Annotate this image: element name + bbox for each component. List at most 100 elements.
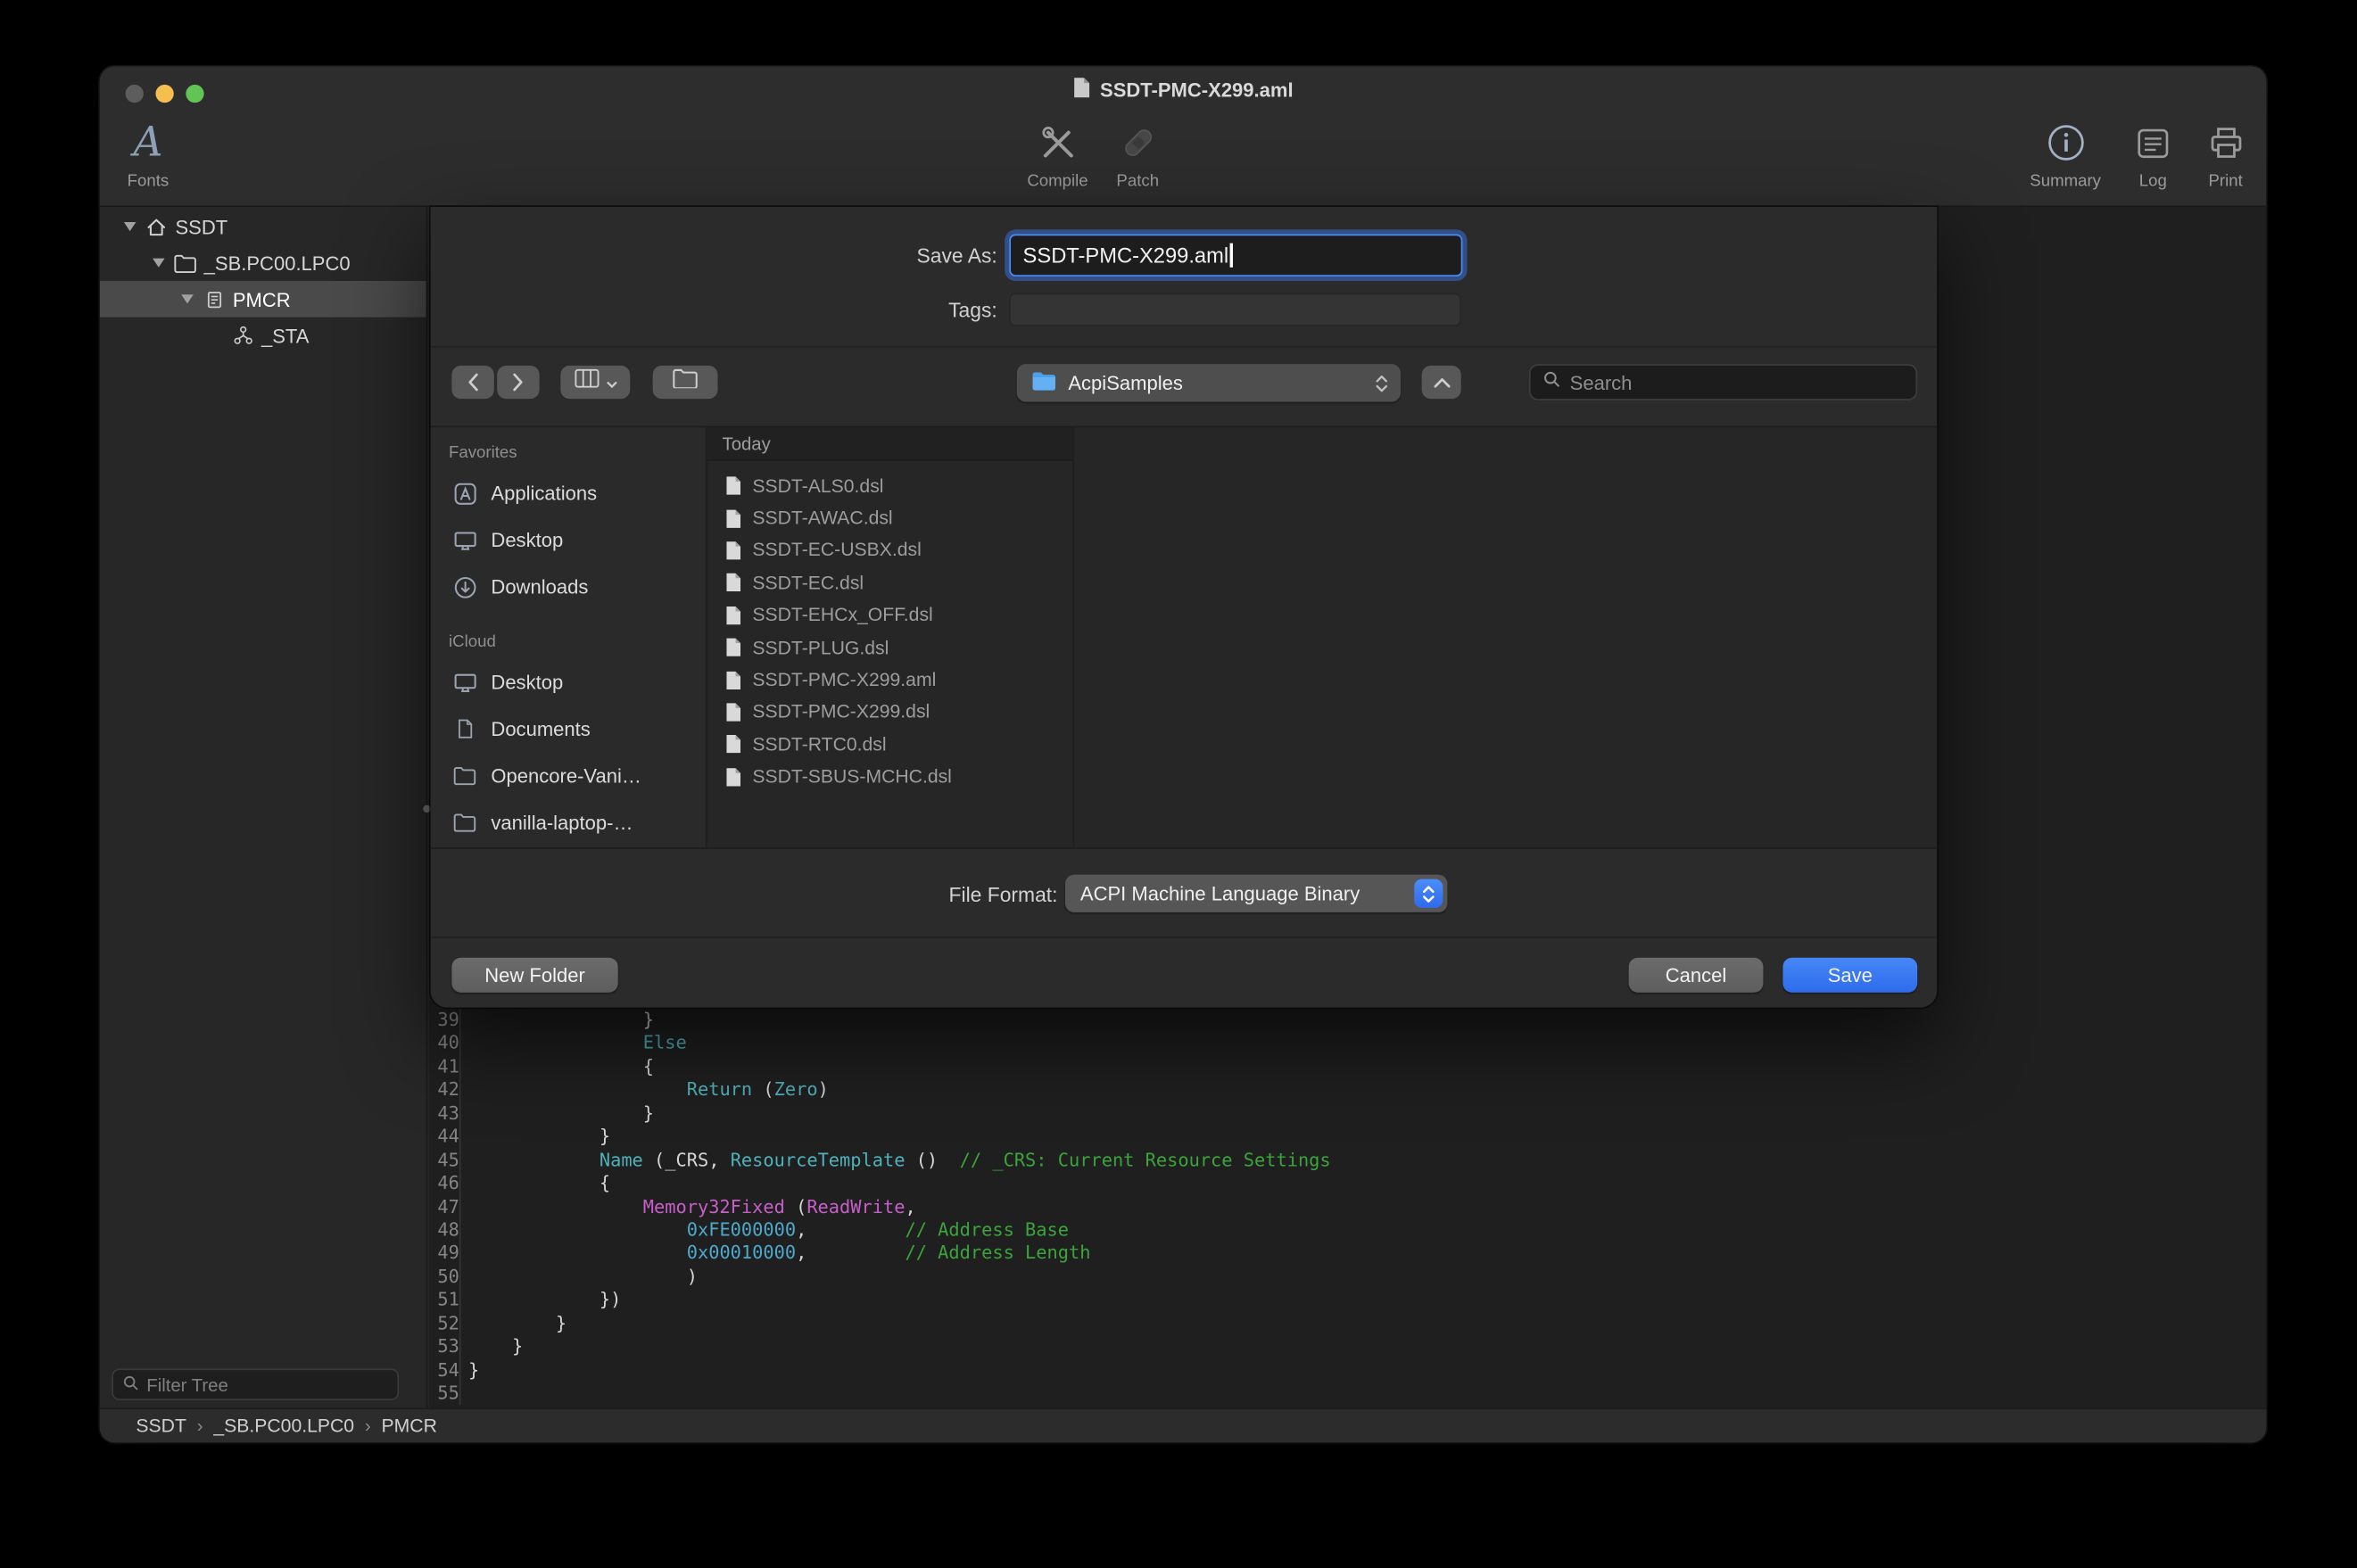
favorites-item-applications[interactable]: Applications	[431, 470, 706, 517]
location-popup[interactable]: AcpiSamples	[1017, 364, 1401, 401]
file-item-ssdt-ehcx-off-dsl[interactable]: SSDT-EHCx_OFF.dsl	[707, 599, 1073, 631]
code-line[interactable]: 52 }	[429, 1312, 2266, 1335]
code-line[interactable]: 41 {	[429, 1056, 2266, 1079]
file-item-ssdt-rtc0-dsl[interactable]: SSDT-RTC0.dsl	[707, 729, 1073, 761]
compile-button[interactable]: Compile	[1020, 118, 1096, 190]
file-item-ssdt-pmc-x299-dsl[interactable]: SSDT-PMC-X299.dsl	[707, 696, 1073, 728]
line-number: 41	[429, 1056, 461, 1079]
search-input[interactable]	[1570, 371, 1904, 393]
line-number: 45	[429, 1149, 461, 1172]
code-text: }	[461, 1358, 480, 1382]
tree-item-sta[interactable]: _STA	[100, 318, 426, 354]
filter-tree-input[interactable]	[146, 1374, 388, 1395]
line-number: 46	[429, 1172, 461, 1195]
code-line[interactable]: 47 Memory32Fixed (ReadWrite,	[429, 1195, 2266, 1218]
code-line[interactable]: 42 Return (Zero)	[429, 1079, 2266, 1102]
up-directory-button[interactable]	[1422, 366, 1461, 399]
sidebar-split-handle[interactable]	[423, 805, 430, 813]
code-line[interactable]: 55	[429, 1382, 2266, 1406]
search-field[interactable]	[1529, 364, 1917, 400]
disclosure-triangle[interactable]	[175, 294, 199, 303]
back-button[interactable]	[451, 366, 493, 399]
code-line[interactable]: 54}	[429, 1358, 2266, 1382]
document-file-icon	[725, 476, 742, 496]
file-item-ssdt-plug-dsl[interactable]: SSDT-PLUG.dsl	[707, 631, 1073, 664]
favorites-item-vanilla-laptop[interactable]: vanilla-laptop-…	[431, 799, 706, 846]
code-line[interactable]: 40 Else	[429, 1032, 2266, 1055]
line-number: 40	[429, 1032, 461, 1055]
tree-item-sb-pc00-lpc0[interactable]: _SB.PC00.LPC0	[100, 244, 426, 281]
fonts-button[interactable]: A Fonts	[106, 118, 191, 190]
favorites-item-desktop[interactable]: Desktop	[431, 516, 706, 564]
breadcrumb-item-ssdt[interactable]: SSDT	[136, 1415, 186, 1437]
favorites-item-documents[interactable]: Documents	[431, 706, 706, 753]
forward-button[interactable]	[497, 366, 539, 399]
print-button[interactable]: Print	[2187, 118, 2263, 190]
breadcrumb-item-pmcr[interactable]: PMCR	[382, 1415, 437, 1437]
code-text: {	[461, 1056, 654, 1079]
favorites-item-opencore-vani[interactable]: Opencore-Vani…	[431, 752, 706, 799]
chevron-down-icon	[605, 368, 617, 395]
titlebar[interactable]: SSDT-PMC-X299.aml	[100, 67, 2267, 112]
filter-tree-field[interactable]	[112, 1368, 399, 1400]
line-number: 53	[429, 1335, 461, 1358]
code-line[interactable]: 50 )	[429, 1266, 2266, 1289]
code-line[interactable]: 53 }	[429, 1335, 2266, 1358]
folder-view-button[interactable]	[653, 366, 718, 399]
code-text: Return (Zero)	[461, 1079, 829, 1102]
code-text: Name (_CRS, ResourceTemplate () // _CRS:…	[461, 1149, 1331, 1172]
code-line[interactable]: 44 }	[429, 1126, 2266, 1149]
breadcrumb: SSDT›_SB.PC00.LPC0›PMCR	[136, 1415, 436, 1437]
device-icon	[200, 288, 228, 310]
applications-icon	[451, 481, 477, 505]
window-title-group: SSDT-PMC-X299.aml	[100, 67, 2267, 112]
file-name: SSDT-PMC-X299.aml	[752, 669, 936, 690]
code-text: Memory32Fixed (ReadWrite,	[461, 1195, 916, 1218]
code-line[interactable]: 49 0x00010000, // Address Length	[429, 1242, 2266, 1266]
disclosure-triangle[interactable]	[118, 222, 142, 231]
save-as-field[interactable]: SSDT-PMC-X299.aml	[1009, 235, 1462, 276]
disclosure-triangle[interactable]	[146, 259, 170, 268]
file-item-ssdt-awac-dsl[interactable]: SSDT-AWAC.dsl	[707, 502, 1073, 534]
column-view-icon	[574, 368, 600, 395]
tags-label: Tags:	[876, 299, 997, 321]
code-text: })	[461, 1289, 622, 1312]
code-line[interactable]: 45 Name (_CRS, ResourceTemplate () // _C…	[429, 1149, 2266, 1172]
file-item-ssdt-als0-dsl[interactable]: SSDT-ALS0.dsl	[707, 470, 1073, 502]
code-line[interactable]: 51 })	[429, 1289, 2266, 1312]
acpi-tree: SSDT_SB.PC00.LPC0PMCR_STA	[100, 209, 426, 354]
view-options-button[interactable]	[560, 366, 630, 399]
tree-item-ssdt[interactable]: SSDT	[100, 209, 426, 245]
favorites-item-label: vanilla-laptop-…	[491, 811, 633, 833]
favorites-item-label: Downloads	[491, 575, 588, 598]
code-line[interactable]: 39 }	[429, 1009, 2266, 1032]
file-item-ssdt-ec-dsl[interactable]: SSDT-EC.dsl	[707, 566, 1073, 598]
summary-button[interactable]: Summary	[2022, 118, 2109, 190]
log-button[interactable]: Log	[2115, 118, 2191, 190]
file-rows: SSDT-ALS0.dslSSDT-AWAC.dslSSDT-EC-USBX.d…	[707, 461, 1073, 793]
favorites-sidebar: FavoritesApplicationsDesktopDownloadsiCl…	[431, 427, 707, 847]
tree-item-pmcr[interactable]: PMCR	[100, 281, 426, 318]
file-format-popup[interactable]: ACPI Machine Language Binary	[1065, 875, 1447, 912]
favorites-item-label: Desktop	[491, 529, 563, 551]
code-line[interactable]: 43 }	[429, 1102, 2266, 1126]
cancel-button[interactable]: Cancel	[1629, 958, 1764, 993]
document-proxy-icon[interactable]	[1073, 77, 1091, 103]
favorites-item-desktop[interactable]: Desktop	[431, 658, 706, 706]
document-file-icon	[725, 702, 742, 722]
divider	[431, 937, 1938, 938]
file-item-ssdt-sbus-mchc-dsl[interactable]: SSDT-SBUS-MCHC.dsl	[707, 761, 1073, 793]
breadcrumb-item-sb-pc00-lpc0[interactable]: _SB.PC00.LPC0	[213, 1415, 354, 1437]
file-item-ssdt-pmc-x299-aml[interactable]: SSDT-PMC-X299.aml	[707, 664, 1073, 696]
new-folder-button[interactable]: New Folder	[451, 958, 617, 993]
tags-field[interactable]	[1009, 293, 1460, 326]
patch-button[interactable]: Patch	[1100, 118, 1176, 190]
file-browser: FavoritesApplicationsDesktopDownloadsiCl…	[431, 426, 1938, 849]
code-text: }	[461, 1102, 654, 1126]
code-line[interactable]: 48 0xFE000000, // Address Base	[429, 1219, 2266, 1242]
code-line[interactable]: 46 {	[429, 1172, 2266, 1195]
save-button[interactable]: Save	[1782, 958, 1917, 993]
file-name: SSDT-EC.dsl	[752, 573, 864, 594]
favorites-item-downloads[interactable]: Downloads	[431, 564, 706, 611]
file-item-ssdt-ec-usbx-dsl[interactable]: SSDT-EC-USBX.dsl	[707, 534, 1073, 566]
